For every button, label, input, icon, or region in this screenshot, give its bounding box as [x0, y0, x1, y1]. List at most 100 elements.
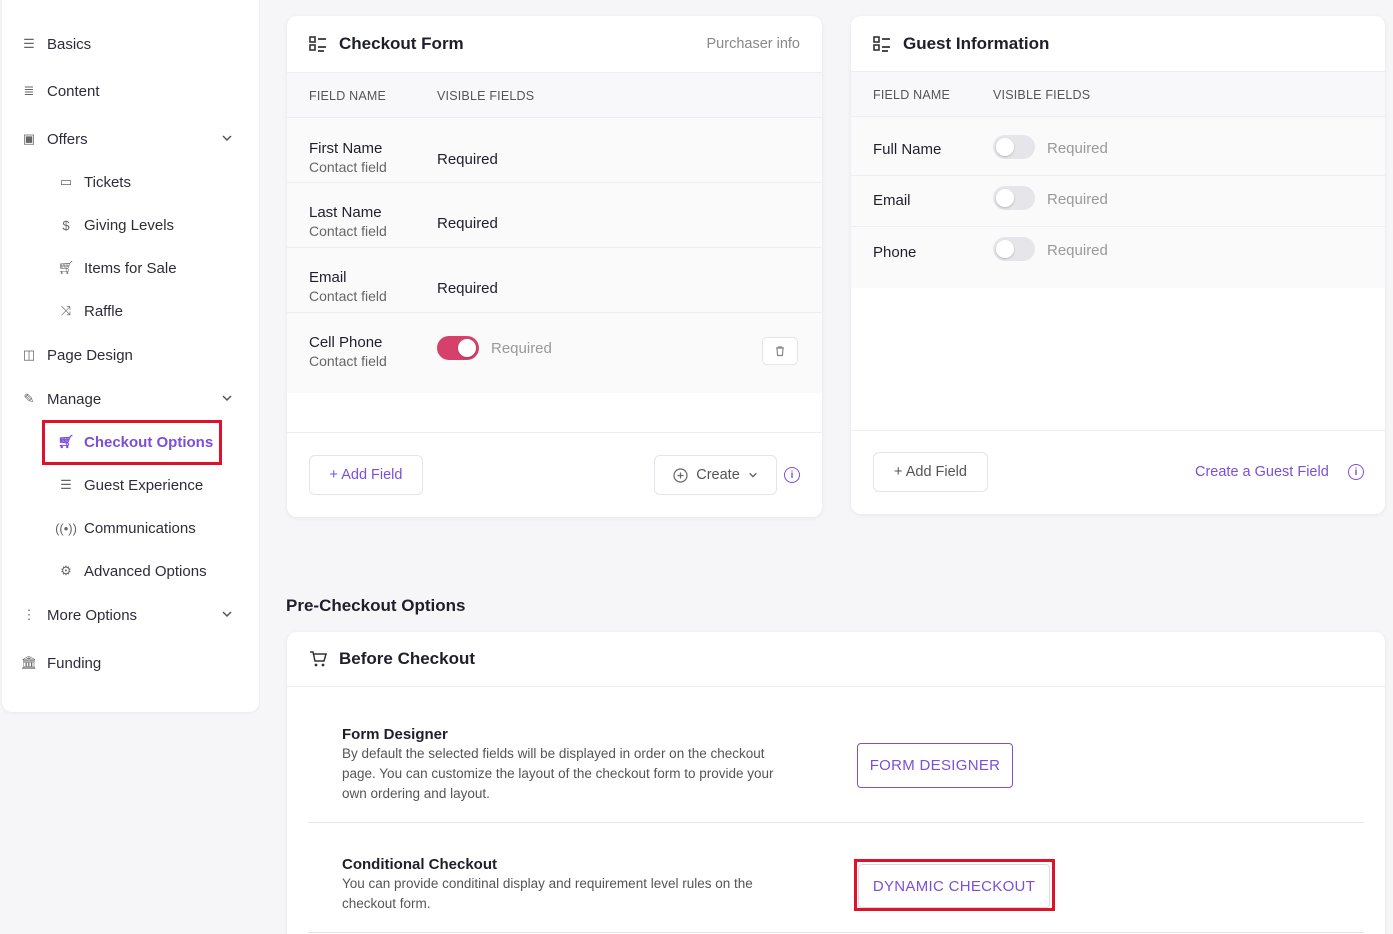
box-icon: ▣ [22, 131, 36, 146]
field-status: Required [1047, 242, 1108, 259]
info-icon[interactable]: i [1348, 464, 1364, 480]
description-line: You can provide conditinal display and r… [342, 876, 753, 891]
sidebar-item-label: Page Design [47, 346, 133, 364]
sidebar-item-more-options[interactable]: ⋮ More Options [21, 600, 241, 630]
list-icon: ☰ [23, 36, 35, 51]
table-row: Email Contact field Required [287, 248, 822, 313]
table-row: Last Name Contact field Required [287, 183, 822, 248]
create-dropdown-button[interactable]: Create [654, 455, 777, 495]
guest-information-title: Guest Information [903, 33, 1050, 53]
column-header-visible-fields: VISIBLE FIELDS [437, 89, 535, 103]
sidebar-item-label: Giving Levels [84, 216, 175, 234]
table-row: First Name Contact field Required [287, 118, 822, 183]
sidebar-item-label: Offers [47, 130, 88, 148]
divider [851, 430, 1385, 431]
divider [287, 432, 822, 433]
option-description: By default the selected fields will be d… [342, 744, 832, 804]
field-type: Contact field [309, 159, 387, 175]
sidebar-item-raffle[interactable]: ⤨ Raffle [58, 296, 238, 326]
sidebar-item-content[interactable]: ≣ Content [21, 76, 241, 106]
column-header-visible-fields: VISIBLE FIELDS [993, 88, 1091, 102]
chevron-down-icon[interactable] [221, 608, 233, 620]
divider [308, 932, 1364, 933]
sidebar-item-guest-experience[interactable]: ☰ Guest Experience [58, 470, 238, 500]
sidebar-item-communications[interactable]: ((•)) Communications [55, 513, 238, 543]
field-name: Phone [873, 244, 917, 261]
sidebar-item-page-design[interactable]: ◫ Page Design [21, 340, 241, 370]
trash-icon [776, 346, 784, 357]
required-toggle[interactable] [993, 135, 1035, 159]
ticket-icon: ▭ [59, 174, 73, 189]
sidebar-item-label: Content [47, 82, 100, 100]
chevron-down-icon[interactable] [221, 132, 233, 144]
field-status: Required [1047, 140, 1108, 157]
table-row: Phone Required [851, 227, 1385, 288]
sidebar-item-advanced-options[interactable]: ⚙ Advanced Options [58, 556, 238, 586]
chevron-down-icon [748, 472, 757, 478]
highlight-box [854, 859, 1055, 911]
cart-icon: 🛒︎ [57, 260, 75, 275]
sidebar-item-manage[interactable]: ✎ Manage [21, 384, 241, 414]
required-toggle[interactable] [993, 186, 1035, 210]
sidebar-item-label: Communications [84, 519, 196, 537]
checkout-form-subtitle: Purchaser info [706, 36, 801, 52]
field-status: Required [437, 215, 498, 232]
description-line: checkout form. [342, 896, 431, 911]
required-toggle[interactable] [993, 237, 1035, 261]
table-row: Cell Phone Contact field Required [287, 313, 822, 393]
description-line: By default the selected fields will be d… [342, 746, 765, 761]
option-description: You can provide conditinal display and r… [342, 874, 832, 914]
sidebar-item-label: Advanced Options [84, 562, 207, 580]
sidebar-item-tickets[interactable]: ▭ Tickets [58, 167, 238, 197]
field-type: Contact field [309, 288, 387, 304]
field-status: Required [1047, 191, 1108, 208]
field-type: Contact field [309, 353, 387, 369]
chevron-down-icon[interactable] [221, 392, 233, 404]
field-name: Email [873, 192, 911, 209]
sidebar-item-basics[interactable]: ☰ Basics [21, 29, 241, 59]
required-toggle[interactable] [437, 336, 479, 360]
sidebar-item-label: Funding [47, 654, 102, 672]
before-checkout-card: Before Checkout Form Designer By default… [287, 632, 1385, 934]
column-header-field-name: FIELD NAME [309, 89, 387, 103]
table-header: FIELD NAME VISIBLE FIELDS [851, 71, 1385, 117]
dollar-icon: $ [62, 217, 70, 233]
option-title: Conditional Checkout [342, 856, 497, 873]
form-designer-button[interactable]: FORM DESIGNER [857, 743, 1013, 788]
info-icon[interactable]: i [784, 467, 800, 483]
shuffle-icon: ⤨ [60, 303, 72, 318]
cart-icon [310, 651, 327, 667]
description-line: page. You can customize the layout of th… [342, 766, 774, 781]
sidebar-item-funding[interactable]: 🏛︎ Funding [21, 648, 241, 678]
layout-icon: ◫ [22, 347, 36, 362]
content-icon: ≣ [23, 83, 35, 98]
sidebar: ☰ Basics ≣ Content ▣ Offers ▭ Tickets $ … [2, 0, 259, 712]
sidebar-item-label: More Options [47, 606, 138, 624]
field-name: Full Name [873, 141, 942, 158]
sidebar-item-giving-levels[interactable]: $ Giving Levels [58, 210, 238, 240]
sidebar-item-label: Manage [47, 390, 102, 408]
gear-icon: ⚙ [60, 563, 72, 578]
delete-field-button[interactable] [762, 337, 798, 365]
description-line: own ordering and layout. [342, 786, 490, 801]
field-status: Required [491, 340, 552, 357]
edit-icon: ✎ [23, 391, 35, 406]
more-vertical-icon: ⋮ [22, 607, 36, 622]
field-status: Required [437, 280, 498, 297]
sidebar-item-offers[interactable]: ▣ Offers [21, 124, 241, 154]
create-guest-field-link[interactable]: Create a Guest Field [1195, 464, 1329, 480]
checklist-icon [873, 35, 890, 52]
add-guest-field-button[interactable]: + Add Field [873, 452, 988, 492]
field-type: Contact field [309, 223, 387, 239]
plus-circle-icon [673, 467, 688, 483]
table-header: FIELD NAME VISIBLE FIELDS [287, 72, 822, 118]
field-name: First Name [309, 140, 383, 157]
table-row: Email Required [851, 176, 1385, 227]
highlight-box [42, 420, 222, 465]
before-checkout-title: Before Checkout [339, 649, 476, 668]
sidebar-item-label: Tickets [84, 173, 131, 191]
add-field-button[interactable]: + Add Field [309, 455, 423, 495]
bank-icon: 🏛︎ [20, 655, 38, 670]
field-name: Last Name [309, 204, 382, 221]
sidebar-item-items-for-sale[interactable]: 🛒︎ Items for Sale [58, 253, 238, 283]
